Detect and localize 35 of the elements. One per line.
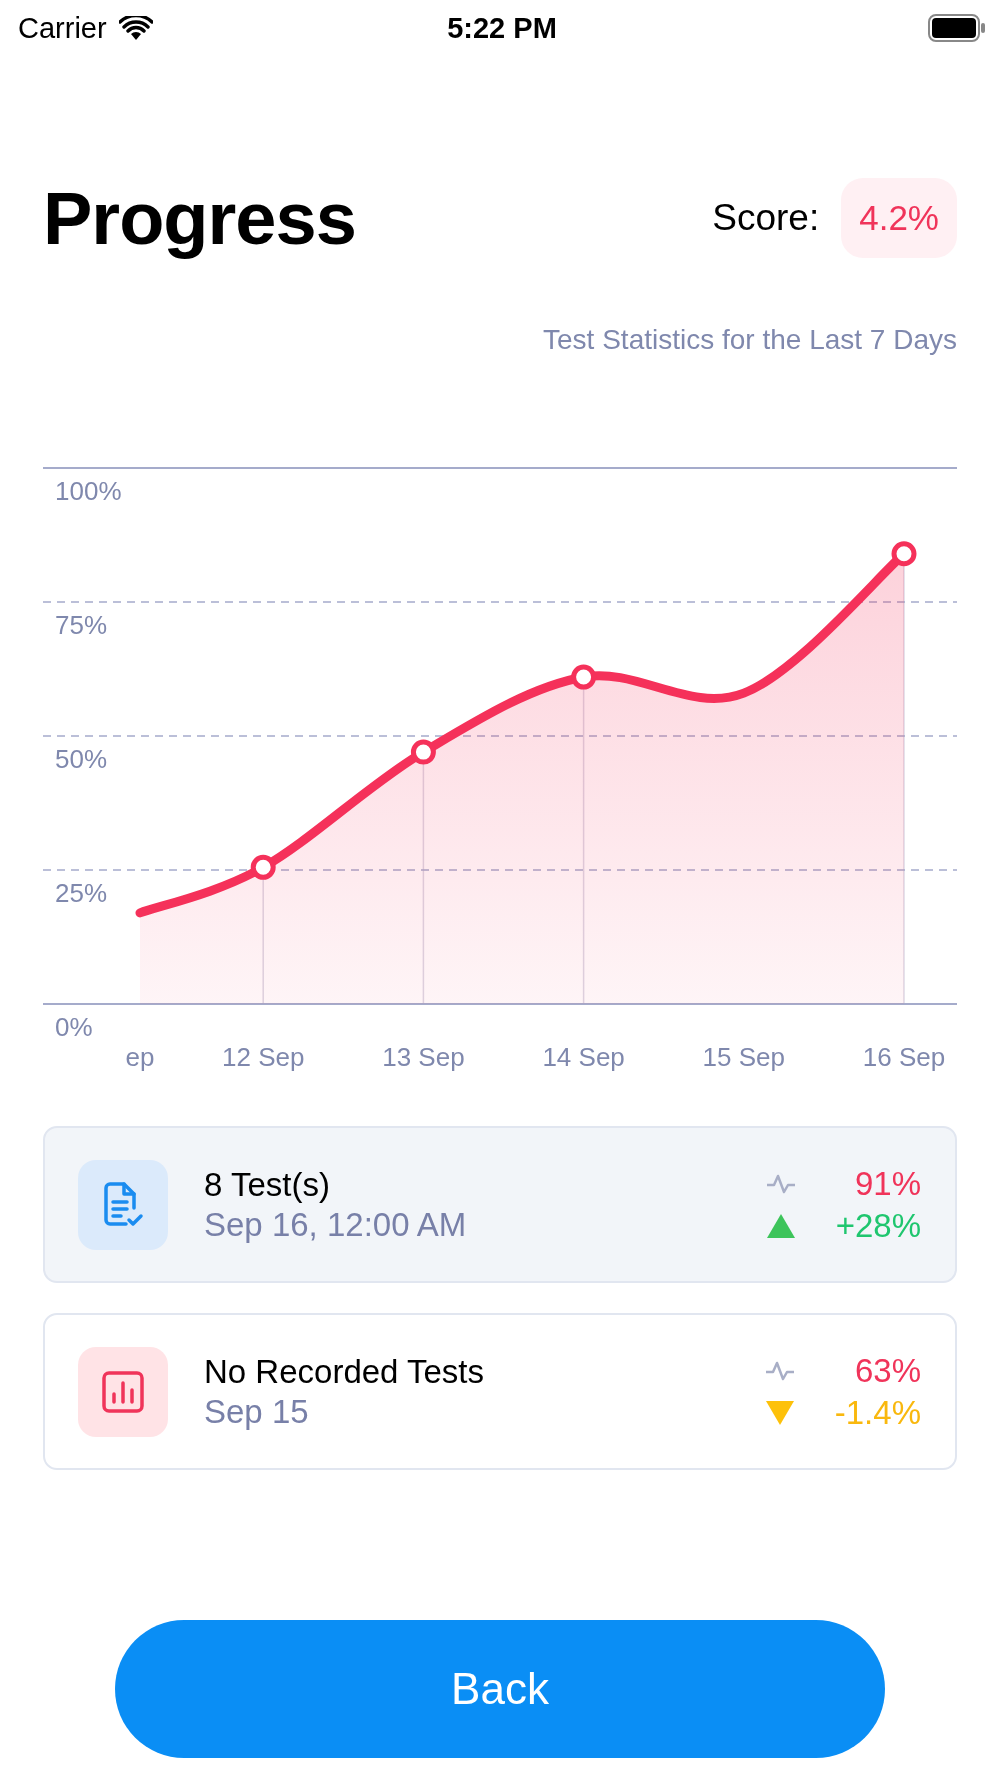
y-axis-label: 50% [55, 744, 108, 774]
page-title: Progress [43, 175, 356, 261]
test-card[interactable]: 8 Test(s) Sep 16, 12:00 AM 91% +28% [43, 1126, 957, 1283]
card-title: 8 Test(s) [204, 1165, 331, 1204]
pulse-icon [765, 1172, 796, 1195]
down-triangle-icon [764, 1399, 795, 1426]
test-card[interactable]: No Recorded Tests Sep 15 63% -1.4% [43, 1313, 957, 1470]
bar-chart-icon [101, 1369, 145, 1414]
y-axis-label: 0% [55, 1012, 93, 1042]
up-triangle-icon [765, 1212, 796, 1239]
y-axis-label: 100% [55, 476, 122, 506]
x-axis-label: 15 Sep [702, 1042, 785, 1072]
card-score: 63% [854, 1351, 921, 1390]
x-axis-label: 13 Sep [382, 1042, 465, 1072]
x-axis-label: ep [125, 1042, 155, 1072]
card-change: +28% [835, 1206, 921, 1245]
x-axis-label: 14 Sep [542, 1042, 625, 1072]
status-time: 5:22 PM [447, 11, 557, 45]
pulse-icon [764, 1359, 795, 1382]
x-axis-label: 16 Sep [862, 1042, 946, 1072]
wifi-icon [118, 15, 153, 41]
score-label: Score: [712, 197, 820, 239]
score-badge: 4.2% [841, 178, 957, 258]
y-axis-label: 75% [55, 610, 108, 640]
x-axis-label: 12 Sep [222, 1042, 305, 1072]
card-date: Sep 16, 12:00 AM [204, 1205, 468, 1244]
y-axis-label: 25% [55, 878, 108, 908]
card-title: No Recorded Tests [204, 1352, 486, 1391]
card-score: 91% [854, 1164, 921, 1203]
carrier-label: Carrier [18, 11, 107, 45]
card-date: Sep 15 [204, 1392, 310, 1431]
card-change: -1.4% [834, 1393, 921, 1432]
chart-subtitle: Test Statistics for the Last 7 Days [542, 324, 958, 356]
battery-icon [928, 14, 986, 42]
document-check-icon [102, 1181, 144, 1228]
